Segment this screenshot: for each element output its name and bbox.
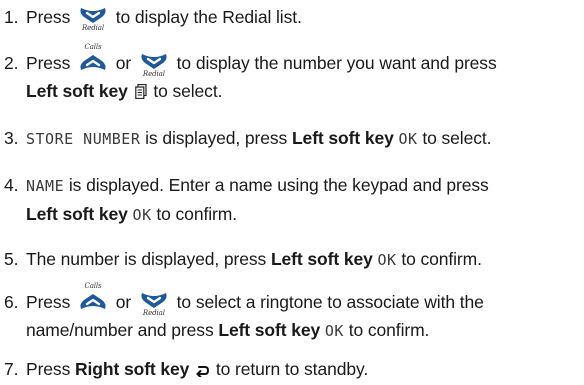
key-caption: Redial (142, 309, 165, 317)
display-text: NAME (26, 177, 65, 195)
step-4: 4. NAME is displayed. Enter a name using … (4, 171, 584, 229)
redial-down-key-icon: Redial (139, 290, 169, 317)
step-number: 6. (4, 292, 19, 312)
step-6: 6. Press Calls or Redial to select a ring… (4, 282, 484, 341)
display-text: STORE NUMBER (26, 130, 141, 148)
phonebook-menu-icon (134, 79, 147, 107)
step-number: 5. (4, 249, 19, 269)
step-number: 4. (4, 175, 19, 195)
step-number: 1. (4, 7, 19, 27)
key-caption: Calls (84, 282, 102, 290)
step-1: 1. Press Redial to display the Redial lis… (4, 3, 584, 32)
calls-up-key-icon: Calls (78, 44, 108, 75)
step-number: 7. (4, 359, 19, 379)
step-3: 3. STORE NUMBER is displayed, press Left … (4, 124, 584, 153)
redial-down-key-icon: Redial (139, 51, 169, 78)
step-7: 7. Press Right soft key to return to stan… (4, 355, 584, 385)
step-2: 2. Press Calls or Redial to display the n… (4, 44, 584, 107)
display-text: OK (377, 251, 397, 269)
calls-up-key-icon: Calls (78, 283, 108, 314)
redial-down-key-icon: Redial (78, 5, 108, 32)
step-number: 2. (4, 53, 19, 73)
display-text: OK (324, 322, 344, 340)
key-caption: Redial (82, 24, 104, 32)
step-number: 3. (4, 128, 19, 148)
back-arrow-icon (196, 357, 210, 385)
display-text: OK (398, 130, 418, 148)
key-caption: Redial (142, 70, 165, 78)
step-5: 5. The number is displayed, press Left so… (4, 245, 584, 274)
display-text: OK (132, 206, 152, 224)
key-caption: Calls (84, 43, 102, 51)
instruction-list: 1. Press Redial to display the Redial lis… (0, 0, 584, 385)
